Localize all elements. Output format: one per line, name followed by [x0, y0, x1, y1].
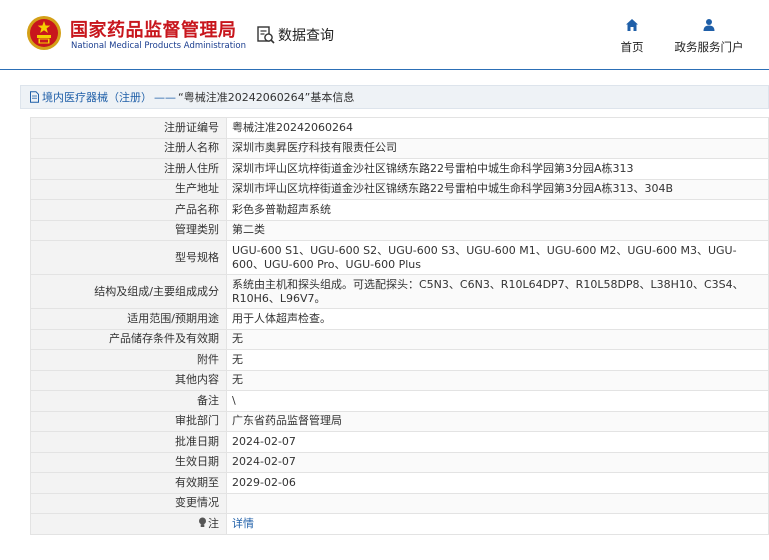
- national-emblem-icon: [27, 16, 61, 50]
- field-label: 注: [208, 516, 219, 530]
- field-value: 无: [226, 328, 769, 350]
- table-row: 生产地址 深圳市坪山区坑梓街道金沙社区锦绣东路22号雷柏中城生命科学园第3分园A…: [30, 178, 769, 200]
- field-label: 注册人名称: [30, 137, 227, 159]
- document-icon: [30, 91, 39, 103]
- field-value: 2024-02-07: [226, 431, 769, 453]
- table-row: 备注 \: [30, 390, 769, 412]
- field-label: 批准日期: [30, 431, 227, 453]
- breadcrumb: 境内医疗器械（注册） —— “粤械注准20242060264”基本信息: [20, 85, 769, 109]
- field-label: 管理类别: [30, 219, 227, 241]
- table-row: 有效期至 2029-02-06: [30, 472, 769, 494]
- details-link[interactable]: 详情: [226, 513, 769, 535]
- field-value: 第二类: [226, 219, 769, 241]
- field-value: UGU-600 S1、UGU-600 S2、UGU-600 S3、UGU-600…: [226, 240, 769, 275]
- field-label: 备注: [30, 390, 227, 412]
- field-label: 审批部门: [30, 410, 227, 432]
- user-icon: [703, 19, 715, 31]
- field-value: 2024-02-07: [226, 451, 769, 473]
- field-label: 注册证编号: [30, 117, 227, 139]
- data-query-label: 数据查询: [278, 28, 334, 44]
- field-value: [226, 492, 769, 514]
- field-label: 结构及组成/主要组成成分: [30, 274, 227, 309]
- table-row: 审批部门 广东省药品监督管理局: [30, 410, 769, 432]
- table-row: 其他内容 无: [30, 369, 769, 391]
- table-row: 型号规格 UGU-600 S1、UGU-600 S2、UGU-600 S3、UG…: [30, 240, 769, 275]
- table-row: 生效日期 2024-02-07: [30, 451, 769, 473]
- field-value: 深圳市坪山区坑梓街道金沙社区锦绣东路22号雷柏中城生命科学园第3分园A栋313、…: [226, 178, 769, 200]
- table-row: 产品储存条件及有效期 无: [30, 328, 769, 350]
- search-document-icon: [257, 26, 275, 44]
- field-value: 用于人体超声检查。: [226, 308, 769, 330]
- field-value: 广东省药品监督管理局: [226, 410, 769, 432]
- table-row: 注册人名称 深圳市奥昇医疗科技有限责任公司: [30, 137, 769, 159]
- table-row: 批准日期 2024-02-07: [30, 431, 769, 453]
- breadcrumb-section-link[interactable]: 境内医疗器械（注册）: [42, 89, 152, 105]
- field-value: 彩色多普勒超声系统: [226, 199, 769, 221]
- field-value: \: [226, 390, 769, 412]
- site-header: 国家药品监督管理局 National Medical Products Admi…: [0, 0, 769, 70]
- field-value: 系统由主机和探头组成。可选配探头：C5N3、C6N3、R10L64DP7、R10…: [226, 274, 769, 309]
- breadcrumb-separator: ——: [154, 90, 176, 104]
- field-label: 有效期至: [30, 472, 227, 494]
- agency-name: 国家药品监督管理局: [70, 20, 237, 41]
- nav-home[interactable]: 首页: [602, 18, 662, 55]
- data-query-link[interactable]: 数据查询: [256, 24, 334, 46]
- field-label: 生效日期: [30, 451, 227, 473]
- field-value: 无: [226, 369, 769, 391]
- table-row: 注 详情: [30, 513, 769, 535]
- field-label: 型号规格: [30, 240, 227, 275]
- table-row: 结构及组成/主要组成成分 系统由主机和探头组成。可选配探头：C5N3、C6N3、…: [30, 274, 769, 309]
- breadcrumb-title: “粤械注准20242060264”基本信息: [178, 91, 355, 104]
- field-label: 产品储存条件及有效期: [30, 328, 227, 350]
- home-icon: [626, 19, 638, 31]
- field-value: 深圳市奥昇医疗科技有限责任公司: [226, 137, 769, 159]
- field-value: 粤械注准20242060264: [226, 117, 769, 139]
- field-label: 生产地址: [30, 178, 227, 200]
- table-row: 管理类别 第二类: [30, 219, 769, 241]
- field-value: 2029-02-06: [226, 472, 769, 494]
- field-label: 变更情况: [30, 492, 227, 514]
- field-label: 其他内容: [30, 369, 227, 391]
- nav-service-portal-label: 政务服务门户: [674, 40, 744, 54]
- field-label: 注册人住所: [30, 158, 227, 180]
- table-row: 变更情况: [30, 492, 769, 514]
- field-value: 深圳市坪山区坑梓街道金沙社区锦绣东路22号雷柏中城生命科学园第3分园A栋313: [226, 158, 769, 180]
- field-value: 无: [226, 349, 769, 371]
- field-label: 适用范围/预期用途: [30, 308, 227, 330]
- agency-name-english: National Medical Products Administration: [71, 41, 246, 51]
- nav-service-portal[interactable]: 政务服务门户: [671, 18, 747, 55]
- nav-home-label: 首页: [620, 40, 644, 54]
- registration-detail-table: 注册证编号 粤械注准20242060264 注册人名称 深圳市奥昇医疗科技有限责…: [30, 117, 769, 535]
- note-label-cell: 注: [30, 513, 227, 535]
- table-row: 适用范围/预期用途 用于人体超声检查。: [30, 308, 769, 330]
- field-label: 附件: [30, 349, 227, 371]
- field-label: 产品名称: [30, 199, 227, 221]
- table-row: 附件 无: [30, 349, 769, 371]
- table-row: 注册证编号 粤械注准20242060264: [30, 117, 769, 139]
- table-row: 产品名称 彩色多普勒超声系统: [30, 199, 769, 221]
- table-row: 注册人住所 深圳市坪山区坑梓街道金沙社区锦绣东路22号雷柏中城生命科学园第3分园…: [30, 158, 769, 180]
- lightbulb-icon: [199, 517, 206, 527]
